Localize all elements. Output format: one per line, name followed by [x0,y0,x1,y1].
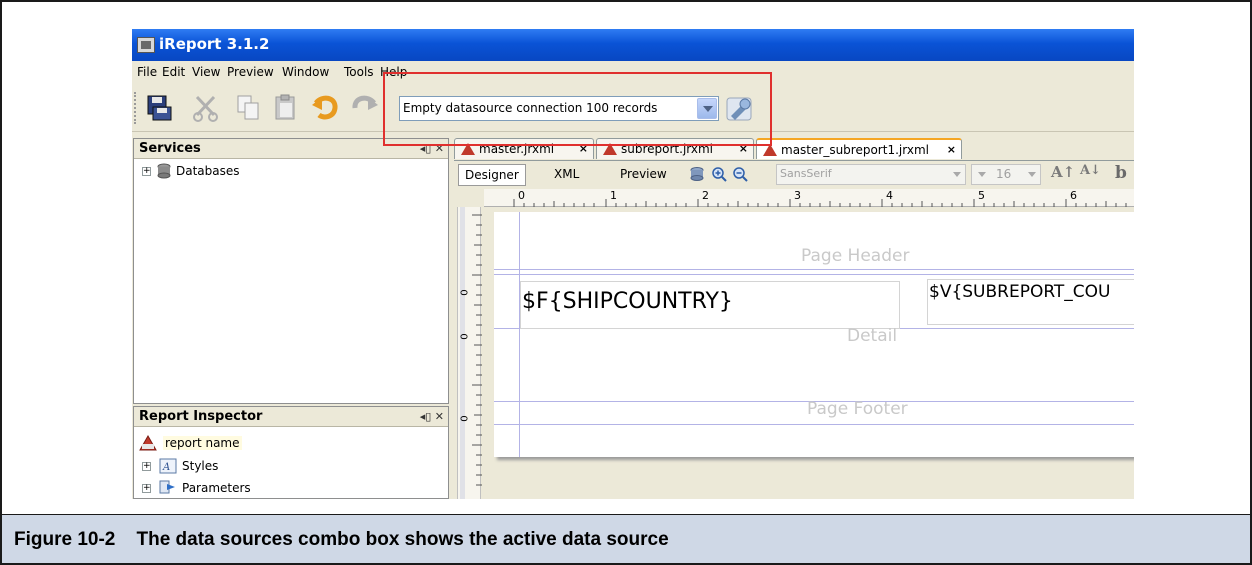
figure-frame: iReport 3.1.2 File Edit View Preview Win… [0,0,1252,565]
report-editor: master.jrxml × subreport.jrxml × master_… [454,137,1134,499]
field-subreport-count[interactable]: $V{SUBREPORT_COU [929,282,1134,302]
menu-edit[interactable]: Edit [162,65,185,79]
chevron-down-icon[interactable] [978,172,986,177]
vertical-ruler: 0 0 0 [454,207,484,499]
services-panel: Services ◂▯ ✕ + Databases [133,138,449,404]
editor-toolbar: Designer XML Preview SansSerif 16 A↑ A↓ … [454,160,1134,187]
increase-font-icon[interactable]: A↑ [1051,163,1075,181]
expand-icon[interactable]: + [142,462,151,471]
expand-icon[interactable]: + [142,484,151,493]
caption-number: Figure 10-2 [14,529,116,550]
menu-tools[interactable]: Tools [344,65,374,79]
menu-window[interactable]: Window [282,65,329,79]
report-inspector-header[interactable]: Report Inspector ◂▯ ✕ [134,407,448,427]
bold-icon[interactable]: b [1115,163,1127,183]
ruler-label: 4 [886,189,893,202]
save-icon[interactable] [144,93,174,123]
caption-description: The data sources combo box shows the act… [136,529,669,550]
title-bar[interactable]: iReport 3.1.2 [132,29,1134,61]
menu-file[interactable]: File [137,65,157,79]
panel-controls[interactable]: ◂▯ ✕ [420,410,444,423]
menu-preview[interactable]: Preview [227,65,274,79]
window-title: iReport 3.1.2 [159,35,270,53]
tree-item-databases[interactable]: Databases [176,164,240,178]
app-icon [137,37,155,53]
report-icon [139,435,157,451]
figure-caption: Figure 10-2 The data sources combo box s… [2,514,1250,563]
tab-master-subreport1[interactable]: master_subreport1.jrxml × [756,138,962,159]
ruler-label: 0 [518,189,525,202]
ruler-ticks [513,199,1127,207]
copy-icon[interactable] [234,93,264,123]
database-icon[interactable] [689,166,705,182]
field-shipcountry[interactable]: $F{SHIPCOUNTRY} [522,289,733,314]
zoom-in-icon[interactable] [711,166,727,182]
band-label-detail: Detail [847,326,898,346]
report-inspector-title: Report Inspector [139,409,263,424]
tab-label: master_subreport1.jrxml [781,143,929,157]
svg-text:A: A [162,462,170,473]
database-icon [157,163,171,179]
chevron-down-icon[interactable] [1028,172,1036,177]
ruler-label: 0 [459,415,471,422]
margin-guide [519,212,520,457]
close-icon[interactable]: × [947,143,956,156]
band-separator[interactable] [494,274,1134,275]
styles-icon: A [159,458,177,474]
zoom-out-icon[interactable] [732,166,748,182]
font-name-value: SansSerif [780,167,832,180]
services-panel-title: Services [139,141,201,156]
paste-icon[interactable] [272,93,302,123]
ruler-label: 6 [1070,189,1077,202]
redo-icon[interactable] [350,93,380,123]
tree-item-styles[interactable]: Styles [182,459,218,473]
report-name-label: report name [163,436,242,450]
ruler-label: 0 [459,333,471,340]
horizontal-ruler: 0 1 2 3 4 5 6 [484,189,1134,207]
caption-text: Figure 10-2 The data sources combo box s… [14,529,669,551]
highlight-rectangle [383,72,772,146]
decrease-font-icon[interactable]: A↓ [1080,163,1101,178]
undo-icon[interactable] [310,93,340,123]
tab-designer[interactable]: Designer [458,164,526,186]
band-separator[interactable] [494,269,1134,270]
tab-xml[interactable]: XML [548,164,585,186]
band-label-page-header: Page Header [801,246,910,266]
ruler-label: 1 [610,189,617,202]
ruler-label: 0 [459,289,471,296]
report-inspector-panel: Report Inspector ◂▯ ✕ report name + A St… [133,406,449,499]
font-size-value: 16 [996,167,1012,181]
cut-icon[interactable] [192,93,222,123]
font-name-combo[interactable]: SansSerif [776,164,966,185]
ruler-label: 5 [978,189,985,202]
band-label-page-footer: Page Footer [807,399,908,419]
tree-item-parameters[interactable]: Parameters [182,481,251,495]
report-page[interactable]: Page Header $F{SHIPCOUNTRY} $V{SUBREPORT… [494,212,1134,457]
chevron-down-icon[interactable] [953,172,961,177]
ruler-label: 2 [702,189,709,202]
parameters-icon [159,480,175,494]
toolbar-grip[interactable] [134,92,138,124]
font-size-combo[interactable]: 16 [971,164,1041,185]
ruler-label: 3 [794,189,801,202]
tab-preview[interactable]: Preview [614,164,673,186]
ruler-ticks [460,207,482,499]
vertical-ruler-strip: 0 0 0 [457,207,482,499]
menu-view[interactable]: View [192,65,220,79]
band-separator[interactable] [494,424,1134,425]
design-canvas[interactable]: Page Header $F{SHIPCOUNTRY} $V{SUBREPORT… [484,207,1134,499]
expand-icon[interactable]: + [142,167,151,176]
